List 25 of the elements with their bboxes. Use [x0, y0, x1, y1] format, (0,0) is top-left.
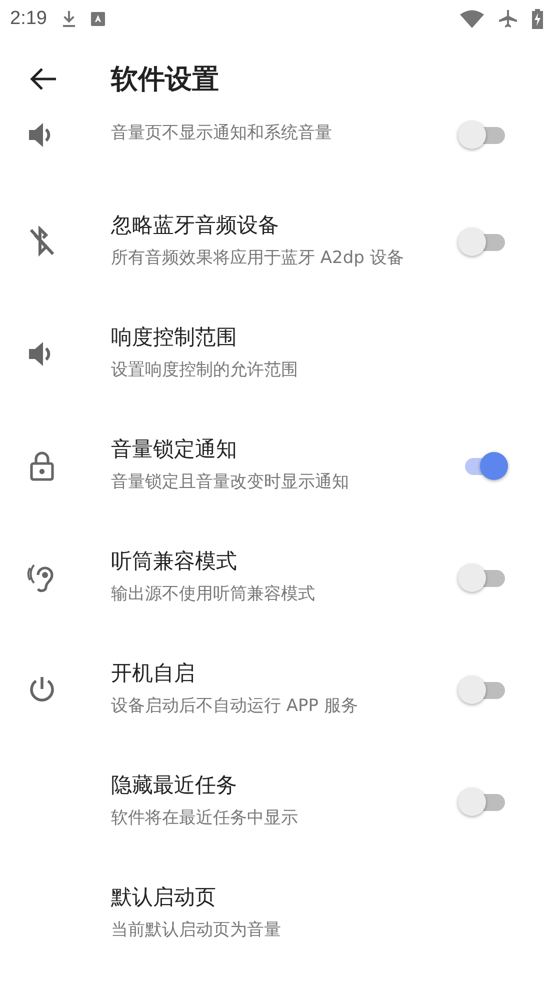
setting-description: 音量锁定且音量改变时显示通知: [111, 471, 350, 494]
download-icon: [60, 10, 77, 28]
airplane-icon: [498, 9, 518, 29]
setting-title: 听筒兼容模式: [111, 548, 238, 576]
lock-icon: [28, 450, 54, 482]
setting-title: 音量锁定通知: [111, 436, 238, 464]
setting-description: 音量页不显示通知和系统音量: [111, 122, 333, 145]
battery-icon: [532, 9, 543, 29]
setting-title: 默认启动页: [111, 884, 217, 912]
setting-description: 所有音频效果将应用于蓝牙 A2dp 设备: [111, 247, 405, 270]
wifi-icon: [460, 10, 484, 28]
setting-title: 响度控制范围: [111, 324, 238, 352]
setting-title: 开机自启: [111, 660, 196, 688]
setting-title: 忽略蓝牙音频设备: [111, 212, 280, 240]
keyboard-letter-icon: [90, 12, 105, 26]
setting-title: 隐藏最近任务: [111, 772, 238, 800]
screen-title: 软件设置: [111, 63, 219, 97]
bluetooth-off-icon: [28, 226, 56, 258]
status-time: 2:19: [10, 8, 47, 30]
setting-description: 当前默认启动页为音量: [111, 919, 282, 942]
setting-description: 设置响度控制的允许范围: [111, 359, 299, 382]
back-arrow-icon[interactable]: [29, 67, 57, 91]
setting-description: 设备启动后不自动运行 APP 服务: [111, 695, 359, 718]
setting-description: 软件将在最近任务中显示: [111, 807, 299, 830]
setting-description: 输出源不使用听筒兼容模式: [111, 583, 316, 606]
